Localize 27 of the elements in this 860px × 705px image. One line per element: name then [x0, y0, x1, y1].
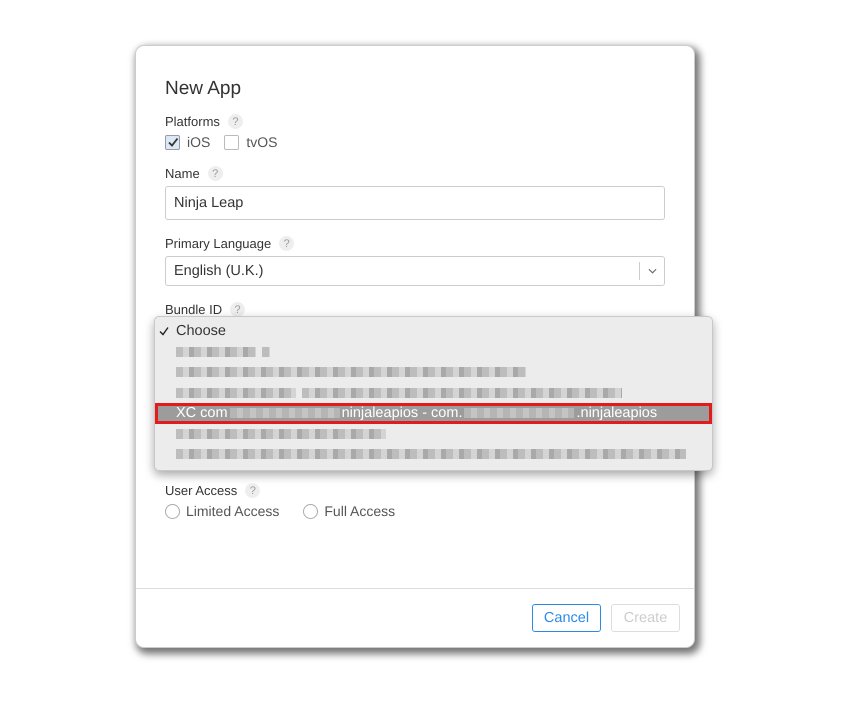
- menu-item[interactable]: Choose: [155, 321, 712, 342]
- help-badge[interactable]: ?: [228, 114, 243, 129]
- help-badge[interactable]: ?: [208, 166, 223, 181]
- chevron-down-icon: [648, 268, 656, 274]
- text-field[interactable]: Ninja Leap: [165, 186, 665, 220]
- redacted-text: [262, 346, 270, 357]
- cancel-button[interactable]: Cancel: [532, 604, 601, 632]
- radio-button[interactable]: [165, 504, 180, 518]
- language-select[interactable]: English (U.K.): [165, 256, 665, 286]
- menu-item[interactable]: XC com ninjaleapios - com. .ninjaleapios: [155, 403, 712, 424]
- checkbox-label: tvOS: [246, 134, 278, 150]
- help-badge[interactable]: ?: [230, 302, 246, 317]
- field-label: User Access: [165, 483, 238, 498]
- checkbox[interactable]: [165, 134, 180, 150]
- field-label: Bundle ID: [165, 302, 222, 317]
- help-badge[interactable]: ?: [245, 483, 260, 498]
- field-label: Primary Language: [165, 236, 272, 251]
- field-label: Name: [165, 166, 200, 181]
- checkbox-label: iOS: [187, 134, 210, 150]
- radio-label: Full Access: [324, 503, 396, 519]
- dialog-title: New App: [165, 78, 242, 100]
- help-badge[interactable]: ?: [279, 236, 294, 251]
- radio-button[interactable]: [303, 504, 318, 518]
- checkbox[interactable]: [224, 134, 240, 150]
- field-label: Platforms: [165, 114, 220, 129]
- radio-label: Limited Access: [186, 503, 280, 519]
- checkmark-icon: [159, 326, 169, 336]
